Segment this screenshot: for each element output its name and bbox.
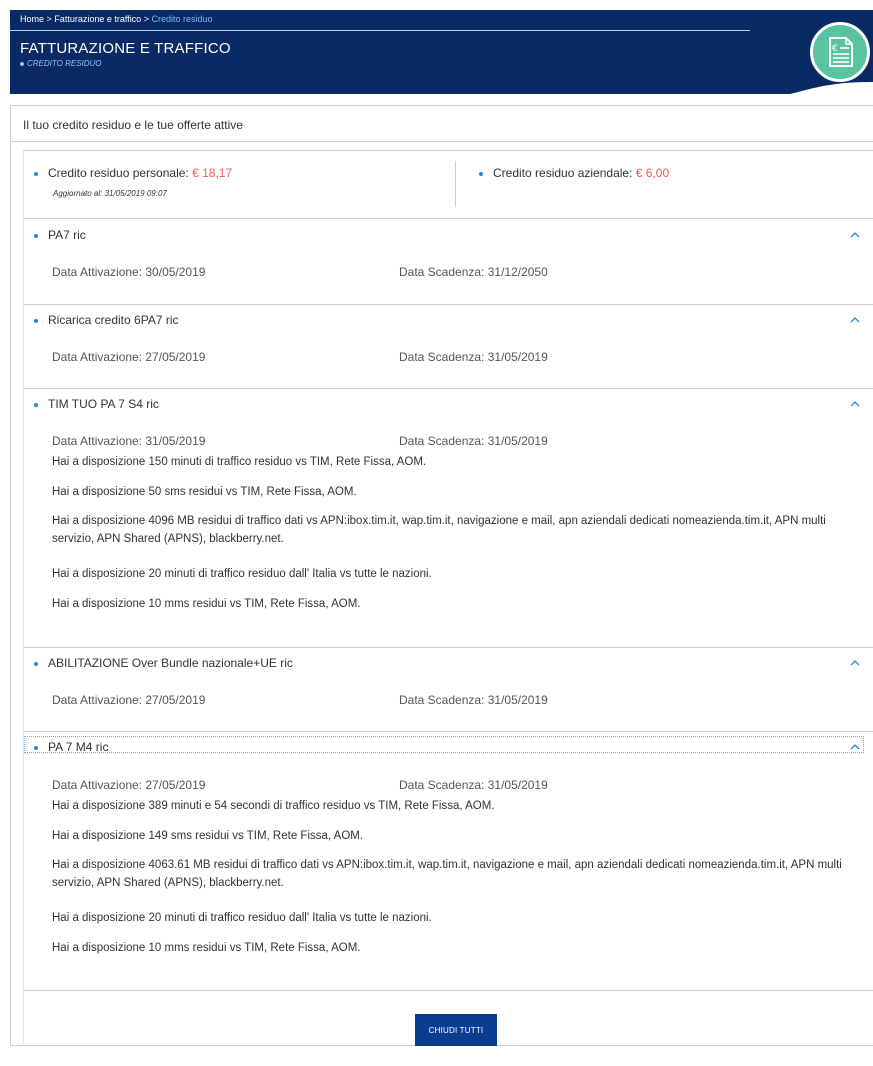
expiry-date: Data Scadenza: 31/12/2050 <box>399 265 548 279</box>
offer-name: Ricarica credito 6PA7 ric <box>48 313 179 327</box>
svg-text:€: € <box>832 44 838 54</box>
bullet-dot <box>34 318 38 323</box>
breadcrumb-current: Credito residuo <box>151 14 213 24</box>
offers-list: Credito residuo personale: € 18,17 Aggio… <box>23 150 873 1046</box>
page-subtitle: CREDITO RESIDUO <box>20 59 102 68</box>
offer-toggle[interactable]: PA7 ric <box>34 228 86 242</box>
offer-detail: Hai a disposizione 389 minuti e 54 secon… <box>52 800 495 812</box>
euro-document-icon: € <box>810 22 870 82</box>
chevron-up-icon[interactable] <box>848 740 862 754</box>
offer-name: TIM TUO PA 7 S4 ric <box>48 397 159 411</box>
offer-detail: Hai a disposizione 10 mms residui vs TIM… <box>52 598 361 610</box>
offer-name: ABILITAZIONE Over Bundle nazionale+UE ri… <box>48 656 293 670</box>
bullet-dot <box>34 661 38 666</box>
offer-item: PA 7 M4 ric Data Attivazione: 27/05/2019… <box>24 732 873 991</box>
chevron-up-icon[interactable] <box>848 228 862 242</box>
business-credit-label: Credito residuo aziendale: <box>493 166 633 180</box>
credit-panel: Il tuo credito residuo e le tue offerte … <box>10 105 873 1046</box>
offer-item: Ricarica credito 6PA7 ric Data Attivazio… <box>24 305 873 389</box>
offer-detail: Hai a disposizione 10 mms residui vs TIM… <box>52 942 361 954</box>
breadcrumb-home[interactable]: Home <box>20 14 44 24</box>
focus-outline <box>24 736 864 753</box>
offer-toggle[interactable]: PA 7 M4 ric <box>34 740 108 754</box>
offer-detail: Hai a disposizione 20 minuti di traffico… <box>52 568 432 580</box>
bullet-dot <box>479 171 483 176</box>
offer-detail: Hai a disposizione 20 minuti di traffico… <box>52 912 432 924</box>
breadcrumb: Home > Fatturazione e traffico > Credito… <box>20 14 213 24</box>
last-updated: Aggiornato al: 31/05/2019 09:07 <box>53 189 167 198</box>
breadcrumb-separator: > <box>143 14 149 24</box>
business-credit: Credito residuo aziendale: € 6,00 <box>479 166 669 180</box>
business-credit-value: € 6,00 <box>635 166 670 180</box>
offer-toggle[interactable]: ABILITAZIONE Over Bundle nazionale+UE ri… <box>34 656 293 670</box>
expiry-date: Data Scadenza: 31/05/2019 <box>399 434 548 448</box>
panel-title: Il tuo credito residuo e le tue offerte … <box>11 106 873 142</box>
activation-date: Data Attivazione: 31/05/2019 <box>52 434 206 448</box>
personal-credit-label: Credito residuo personale: <box>48 166 189 180</box>
offer-item: TIM TUO PA 7 S4 ric Data Attivazione: 31… <box>24 389 873 648</box>
chevron-up-icon[interactable] <box>848 656 862 670</box>
chevron-up-icon[interactable] <box>848 313 862 327</box>
offer-detail: Hai a disposizione 50 sms residui vs TIM… <box>52 486 357 498</box>
activation-date: Data Attivazione: 30/05/2019 <box>52 265 206 279</box>
bullet-dot <box>34 745 38 750</box>
offer-name: PA7 ric <box>48 228 86 242</box>
offer-toggle[interactable]: Ricarica credito 6PA7 ric <box>34 313 179 327</box>
header-divider <box>10 30 750 31</box>
activation-date: Data Attivazione: 27/05/2019 <box>52 778 206 792</box>
offer-detail: Hai a disposizione 150 minuti di traffic… <box>52 456 427 468</box>
breadcrumb-billing[interactable]: Fatturazione e traffico <box>54 14 141 24</box>
subtitle-dot <box>20 61 24 66</box>
personal-credit: Credito residuo personale: € 18,17 <box>34 166 232 180</box>
offer-detail: Hai a disposizione 149 sms residui vs TI… <box>52 830 364 842</box>
bullet-dot <box>34 233 38 238</box>
offer-detail: Hai a disposizione 4063.61 MB residui di… <box>52 859 842 889</box>
page-header-banner: Home > Fatturazione e traffico > Credito… <box>10 10 873 95</box>
activation-date: Data Attivazione: 27/05/2019 <box>52 350 206 364</box>
page-subtitle-text: CREDITO RESIDUO <box>27 59 102 68</box>
offer-name: PA 7 M4 ric <box>48 740 109 754</box>
bullet-dot <box>34 171 38 176</box>
bullet-dot <box>34 402 38 407</box>
page-title: FATTURAZIONE E TRAFFICO <box>20 40 231 57</box>
offer-detail: Hai a disposizione 4096 MB residui di tr… <box>52 515 826 545</box>
expiry-date: Data Scadenza: 31/05/2019 <box>399 778 548 792</box>
expiry-date: Data Scadenza: 31/05/2019 <box>399 350 548 364</box>
breadcrumb-separator: > <box>46 14 52 24</box>
credit-summary: Credito residuo personale: € 18,17 Aggio… <box>24 151 873 219</box>
offer-item: ABILITAZIONE Over Bundle nazionale+UE ri… <box>24 648 873 732</box>
chevron-up-icon[interactable] <box>848 397 862 411</box>
expiry-date: Data Scadenza: 31/05/2019 <box>399 693 548 707</box>
offer-item: PA7 ric Data Attivazione: 30/05/2019 Dat… <box>24 220 873 305</box>
close-all-button[interactable]: CHIUDI TUTTI <box>415 1014 497 1046</box>
document-glyph: € <box>829 37 853 67</box>
personal-credit-value: € 18,17 <box>192 166 233 180</box>
column-divider <box>455 161 456 207</box>
offer-toggle[interactable]: TIM TUO PA 7 S4 ric <box>34 397 159 411</box>
activation-date: Data Attivazione: 27/05/2019 <box>52 693 206 707</box>
